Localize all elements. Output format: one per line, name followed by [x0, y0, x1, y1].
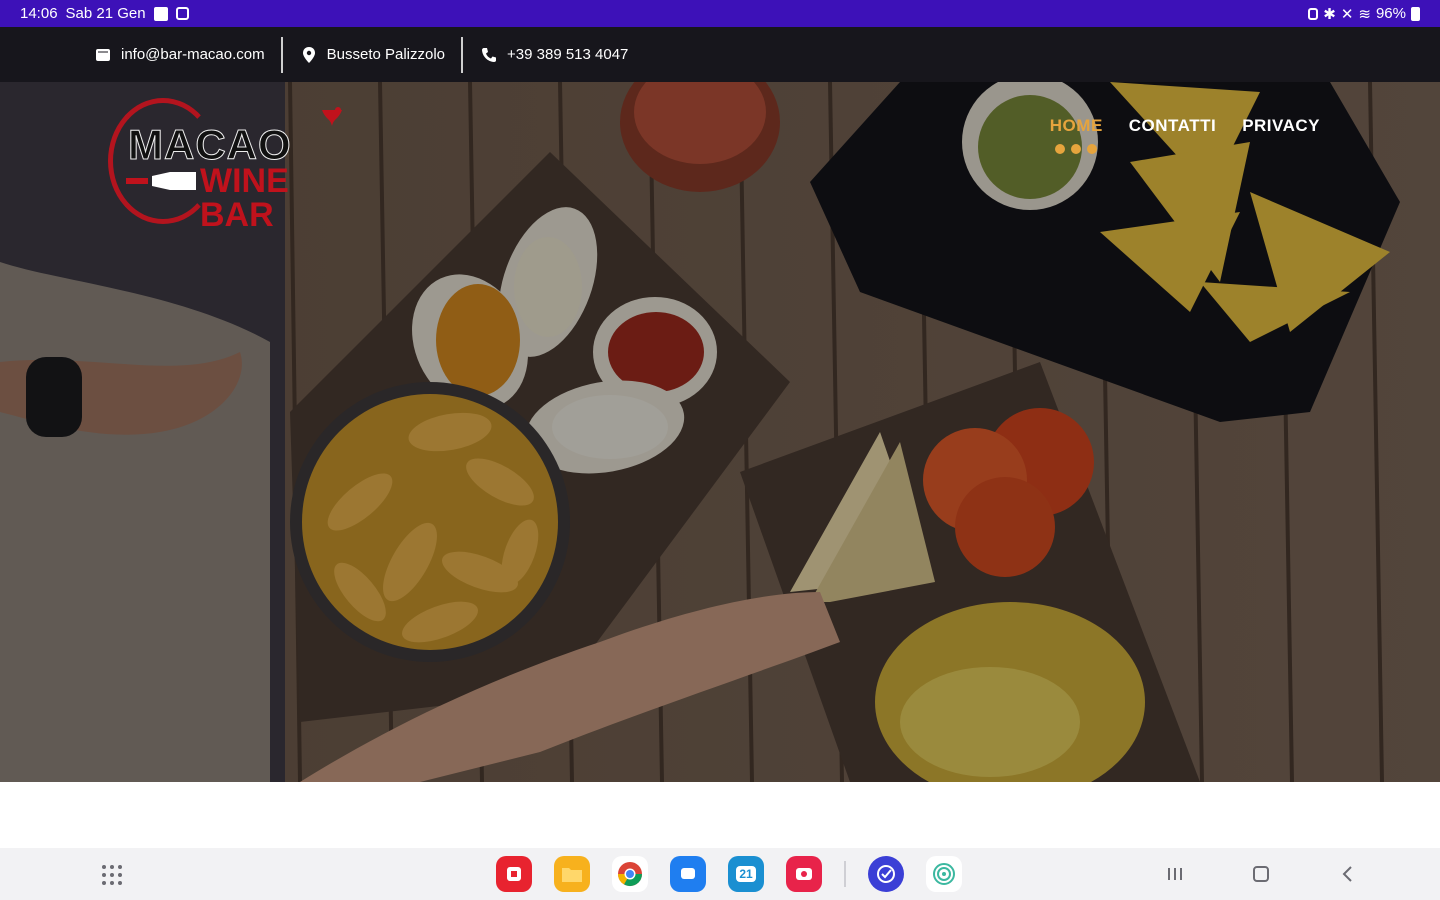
- wine-splash-icon: [322, 107, 342, 126]
- logo-wine-bar-text: WINE BAR: [200, 162, 289, 234]
- phone-icon: [481, 47, 497, 63]
- dock: 21: [496, 856, 962, 892]
- macao-wine-bar-logo[interactable]: MACAO WINE BAR: [108, 98, 363, 232]
- recent-apps-button[interactable]: [1160, 862, 1190, 886]
- email-contact[interactable]: info@bar-macao.com: [95, 37, 281, 73]
- main-navigation: HOME CONTATTI PRIVACY: [1049, 116, 1320, 154]
- location-contact[interactable]: Busseto Palizzolo: [280, 36, 461, 73]
- dock-separator: [844, 861, 846, 887]
- hero-banner: MACAO WINE BAR HOME CONTATTI PRIVACY: [0, 82, 1440, 782]
- home-button[interactable]: [1246, 862, 1276, 886]
- status-time: 14:06: [20, 5, 58, 22]
- battery-level: 96%: [1375, 5, 1406, 22]
- lock-icon: [1308, 7, 1319, 20]
- app-red-icon[interactable]: [496, 856, 532, 892]
- battery-icon: [1411, 6, 1420, 21]
- nav-privacy[interactable]: PRIVACY: [1242, 116, 1320, 136]
- status-date: Sab 21 Gen: [65, 5, 146, 22]
- active-indicator-dots: [1055, 144, 1098, 154]
- nav-home[interactable]: HOME: [1049, 116, 1103, 154]
- folder-icon[interactable]: [554, 856, 590, 892]
- back-button[interactable]: [1332, 862, 1362, 886]
- chrome-icon[interactable]: [612, 856, 648, 892]
- envelope-icon: [95, 47, 111, 63]
- gallery-notification-icon: [153, 6, 168, 21]
- mute-icon: ✕: [1340, 5, 1354, 23]
- calendar-icon[interactable]: 21: [728, 856, 764, 892]
- notification-icon: [175, 7, 189, 20]
- calendar-day: 21: [736, 866, 756, 882]
- phone-text: +39 389 513 4047: [507, 46, 629, 63]
- spiral-icon[interactable]: [926, 856, 962, 892]
- tasks-icon[interactable]: [868, 856, 904, 892]
- map-pin-icon: [301, 46, 317, 63]
- nav-contatti-label: CONTATTI: [1128, 116, 1217, 135]
- logo-macao-text: MACAO: [128, 121, 292, 168]
- wine-bottle-icon: [126, 172, 196, 190]
- phone-contact[interactable]: +39 389 513 4047: [461, 36, 644, 73]
- page-content-area: [0, 782, 1440, 848]
- nav-home-label: HOME: [1049, 116, 1103, 135]
- wifi-icon: ≋: [1358, 5, 1371, 23]
- location-text: Busseto Palizzolo: [326, 46, 446, 63]
- nav-privacy-label: PRIVACY: [1242, 116, 1320, 135]
- taskbar: 21: [0, 848, 1440, 900]
- screen-recorder-icon[interactable]: [786, 856, 822, 892]
- app-drawer-icon[interactable]: [102, 865, 122, 885]
- contact-topbar: info@bar-macao.com Busseto Palizzolo +39…: [0, 27, 1440, 82]
- status-bar: 14:06 Sab 21 Gen ✱ ✕ ≋ 96%: [0, 0, 1440, 27]
- nav-contatti[interactable]: CONTATTI: [1129, 116, 1216, 136]
- bluetooth-icon: ✱: [1323, 5, 1336, 23]
- email-text: info@bar-macao.com: [121, 46, 265, 63]
- messages-icon[interactable]: [670, 856, 706, 892]
